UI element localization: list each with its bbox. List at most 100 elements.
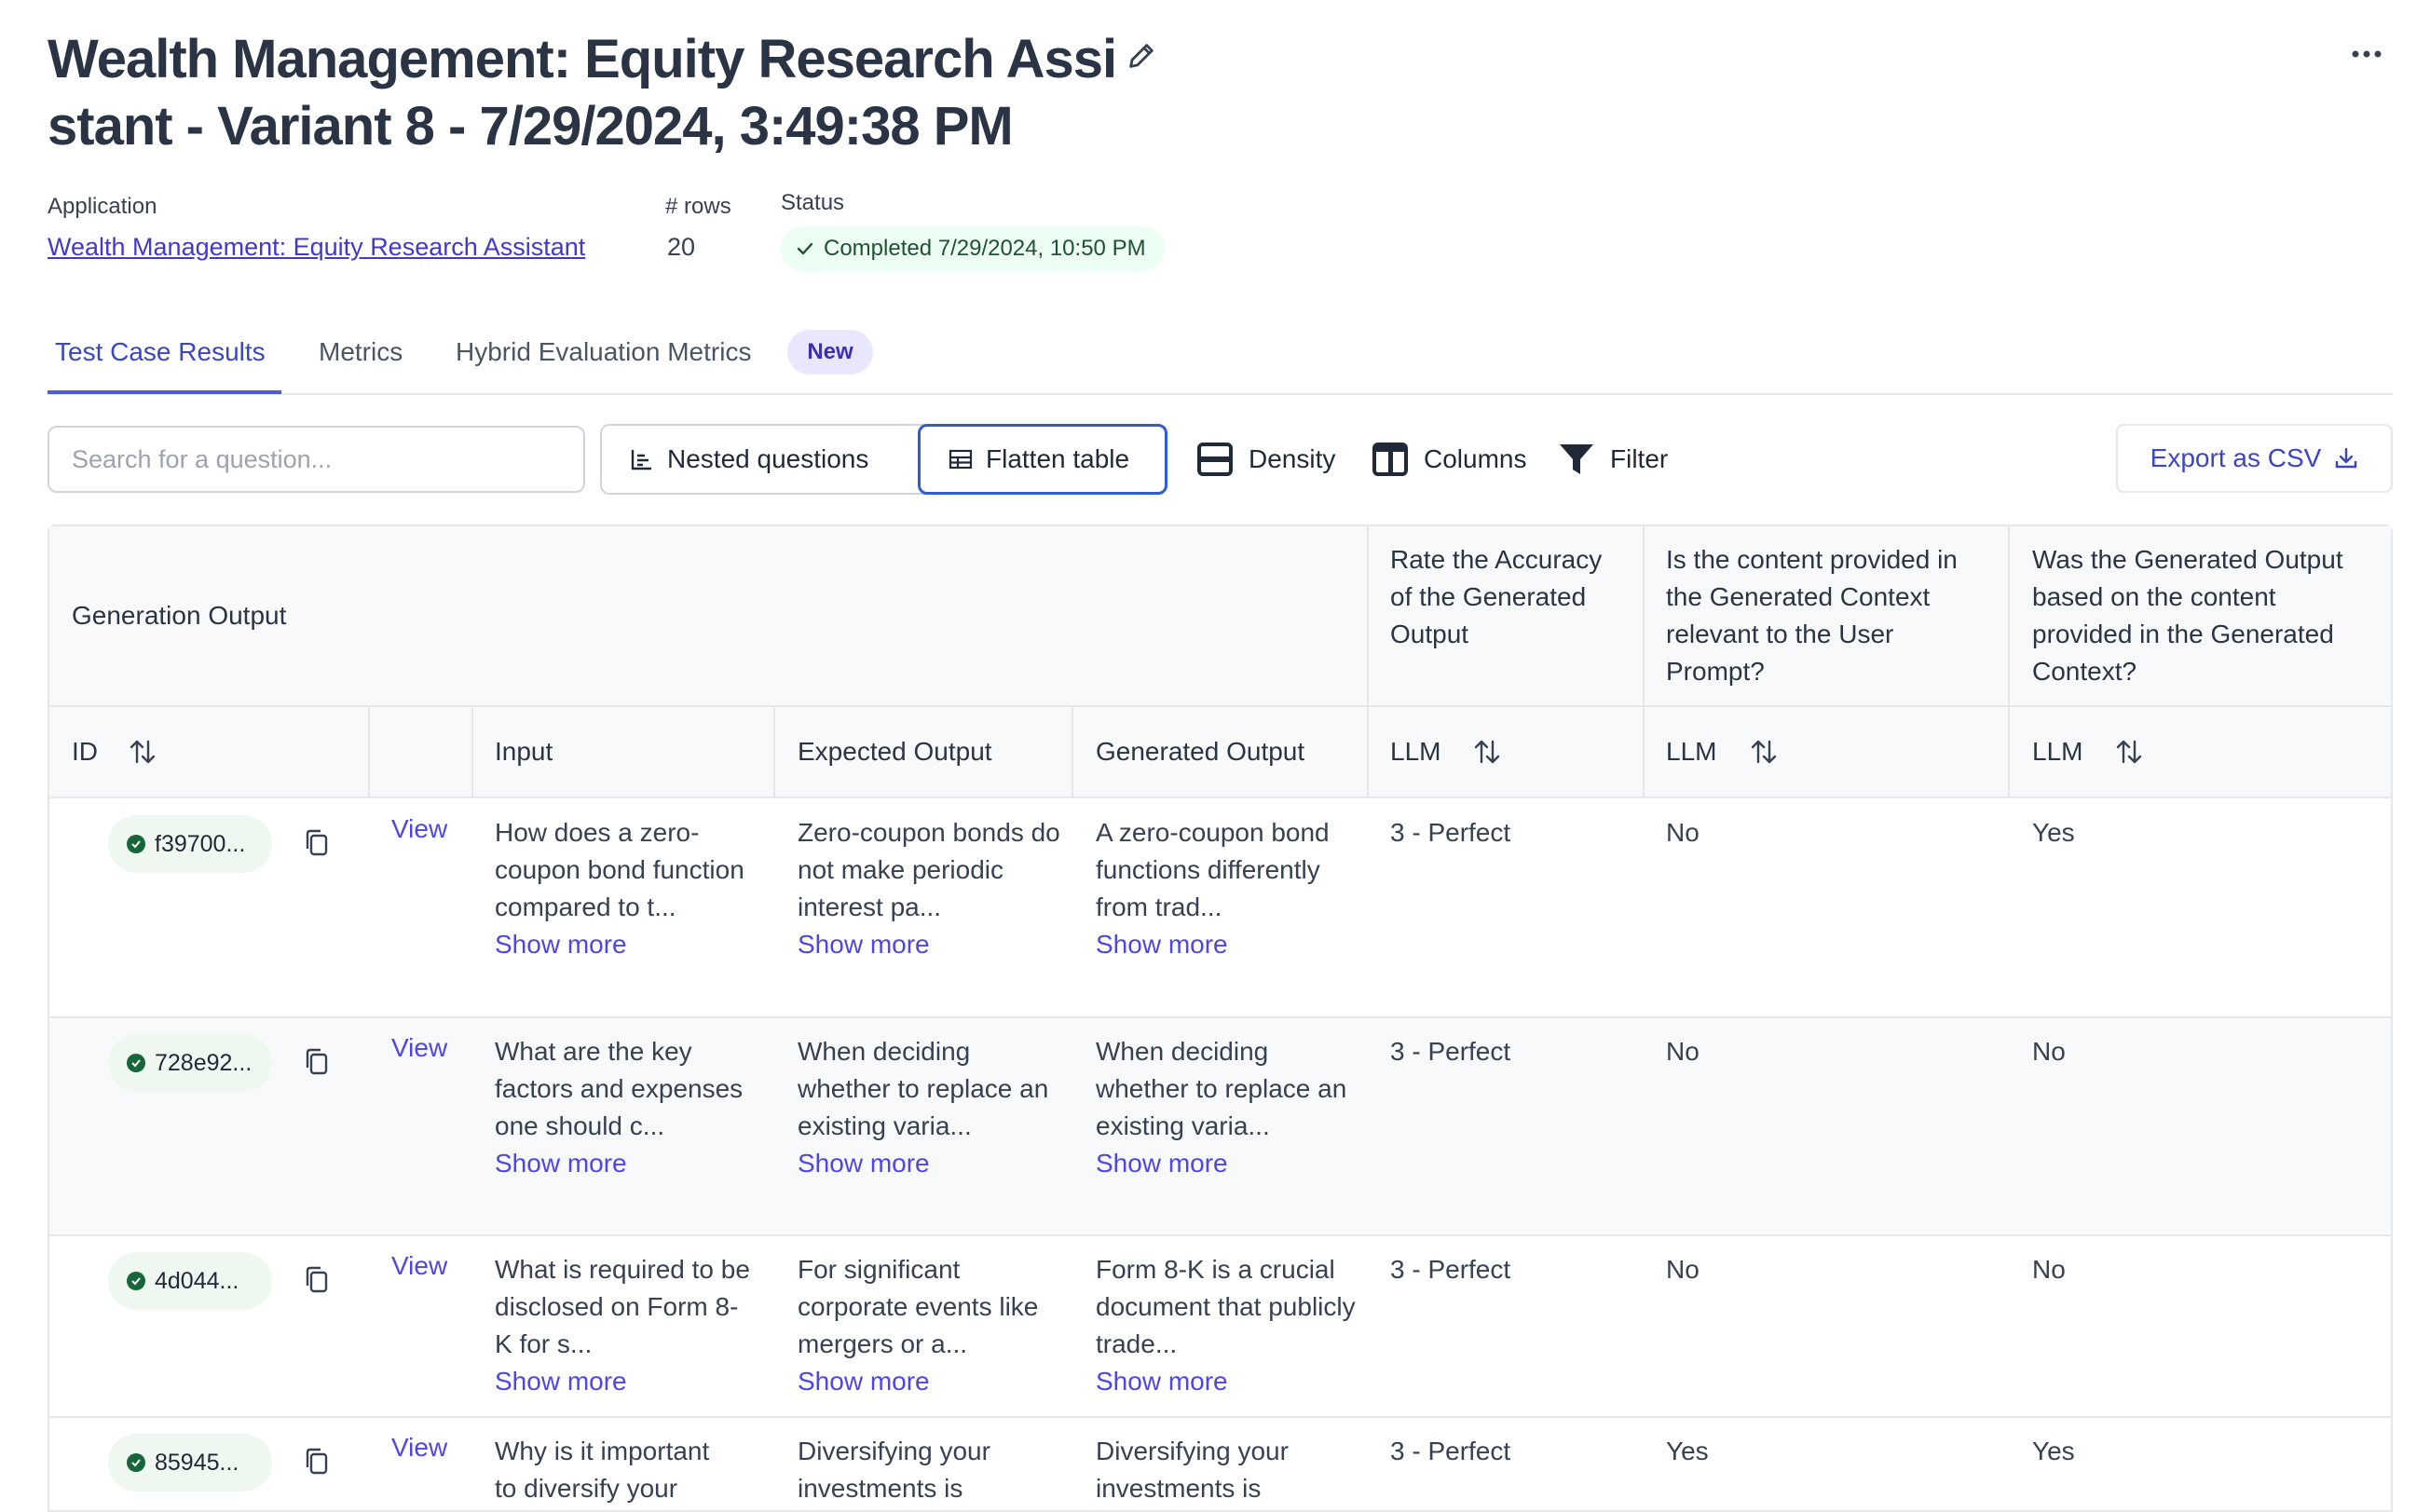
- test-case-id: 85945...: [155, 1449, 239, 1476]
- filter-button[interactable]: Filter: [1558, 433, 1668, 485]
- more-options-button[interactable]: [2339, 37, 2395, 71]
- show-more-link[interactable]: Show more: [1096, 1363, 1357, 1400]
- status-text: Completed 7/29/2024, 10:50 PM: [824, 236, 1146, 261]
- input-cell: What is required to be disclosed on Form…: [495, 1251, 756, 1400]
- show-more-link[interactable]: Show more: [1096, 1145, 1357, 1182]
- density-button[interactable]: Density: [1196, 433, 1335, 485]
- expected-output-cell: For significant corporate events like me…: [798, 1251, 1062, 1400]
- rows-value: 20: [667, 233, 696, 261]
- check-icon: [797, 242, 813, 255]
- column-header-generated-output: Generated Output: [1096, 737, 1305, 766]
- row-divider: [49, 1234, 2391, 1236]
- nested-questions-button[interactable]: Nested questions: [600, 424, 917, 495]
- generated-output-cell: Diversifying your investments is: [1096, 1437, 1289, 1503]
- copy-icon[interactable]: [303, 1265, 331, 1295]
- test-case-id-badge[interactable]: 85945...: [108, 1434, 272, 1492]
- application-label: Application: [48, 194, 157, 219]
- application-link[interactable]: Wealth Management: Equity Research Assis…: [48, 233, 585, 262]
- generated-output-cell: Form 8-K is a crucial document that publ…: [1096, 1251, 1357, 1400]
- test-case-id: 4d044...: [155, 1267, 239, 1294]
- success-check-icon: [127, 1272, 145, 1290]
- show-more-link[interactable]: Show more: [798, 1145, 1062, 1182]
- density-icon: [1197, 443, 1233, 476]
- groundedness-score: No: [2032, 1037, 2066, 1066]
- column-divider: [471, 705, 473, 798]
- accuracy-score: 3 - Perfect: [1390, 1437, 1511, 1465]
- status-badge: Completed 7/29/2024, 10:50 PM: [781, 226, 1165, 271]
- status-label: Status: [781, 190, 845, 215]
- sort-icon[interactable]: [1749, 737, 1779, 767]
- expected-output-cell: Zero-coupon bonds do not make periodic i…: [798, 814, 1062, 963]
- column-header-id: ID: [72, 737, 98, 766]
- test-case-id-badge[interactable]: 728e92...: [108, 1034, 272, 1092]
- expected-output-cell: Diversifying your investments is: [798, 1437, 990, 1503]
- success-check-icon: [127, 835, 145, 853]
- column-header-llm-relevance: LLM: [1666, 737, 1717, 766]
- metric-header-context-relevance: Is the content provided in the Generated…: [1666, 545, 1958, 686]
- nested-list-icon: [631, 450, 651, 470]
- columns-icon: [1372, 443, 1408, 476]
- accuracy-score: 3 - Perfect: [1390, 818, 1511, 847]
- header-divider: [49, 705, 2391, 707]
- metric-header-groundedness: Was the Generated Output based on the co…: [2032, 545, 2343, 686]
- view-link[interactable]: View: [391, 1433, 447, 1463]
- input-cell: What are the key factors and expenses on…: [495, 1033, 759, 1182]
- expected-output-text: When deciding whether to replace an exis…: [798, 1037, 1049, 1140]
- input-text: What is required to be disclosed on Form…: [495, 1255, 750, 1358]
- relevance-score: No: [1666, 1255, 1700, 1284]
- test-case-id-badge[interactable]: f39700...: [108, 815, 272, 873]
- row-divider: [49, 1416, 2391, 1418]
- show-more-link[interactable]: Show more: [798, 1363, 1062, 1400]
- copy-icon[interactable]: [303, 1447, 331, 1477]
- accuracy-score: 3 - Perfect: [1390, 1255, 1511, 1284]
- download-icon: [2336, 447, 2357, 469]
- search-input[interactable]: [48, 426, 585, 493]
- generated-output-cell: A zero-coupon bond functions differently…: [1096, 814, 1357, 963]
- sort-icon[interactable]: [2114, 737, 2144, 767]
- tab-test-case-results[interactable]: Test Case Results: [55, 337, 266, 367]
- groundedness-score: No: [2032, 1255, 2066, 1284]
- flatten-table-label: Flatten table: [986, 444, 1130, 473]
- input-text: What are the key factors and expenses on…: [495, 1037, 744, 1140]
- copy-icon[interactable]: [303, 1047, 331, 1077]
- rows-label: # rows: [665, 194, 731, 219]
- show-more-link[interactable]: Show more: [495, 926, 756, 963]
- columns-button[interactable]: Columns: [1372, 433, 1526, 485]
- show-more-link[interactable]: Show more: [1096, 926, 1357, 963]
- test-case-id-badge[interactable]: 4d044...: [108, 1252, 272, 1310]
- column-divider: [1643, 526, 1645, 798]
- input-cell: Why is it important to diversify your: [495, 1437, 710, 1503]
- sort-icon[interactable]: [128, 737, 157, 767]
- sort-icon[interactable]: [1472, 737, 1502, 767]
- show-more-link[interactable]: Show more: [798, 926, 1062, 963]
- flatten-table-button[interactable]: Flatten table: [918, 424, 1167, 495]
- export-csv-button[interactable]: Export as CSV: [2116, 424, 2393, 493]
- column-header-expected-output: Expected Output: [798, 737, 992, 766]
- relevance-score: No: [1666, 1037, 1700, 1066]
- show-more-link[interactable]: Show more: [495, 1363, 756, 1400]
- relevance-score: No: [1666, 818, 1700, 847]
- view-link[interactable]: View: [391, 1033, 447, 1063]
- tab-metrics[interactable]: Metrics: [319, 337, 403, 367]
- column-divider: [368, 705, 370, 798]
- table-icon: [949, 449, 973, 470]
- density-label: Density: [1249, 444, 1336, 473]
- generated-output-text: Form 8-K is a crucial document that publ…: [1096, 1255, 1356, 1358]
- filter-label: Filter: [1610, 444, 1669, 473]
- view-link[interactable]: View: [391, 1251, 447, 1281]
- tab-hybrid-evaluation-metrics[interactable]: Hybrid Evaluation Metrics: [456, 337, 751, 367]
- test-case-id: 728e92...: [155, 1049, 253, 1076]
- column-divider: [1367, 526, 1369, 798]
- input-text: How does a zero-coupon bond function com…: [495, 818, 744, 921]
- copy-icon[interactable]: [303, 828, 331, 858]
- test-case-id: f39700...: [155, 830, 246, 857]
- view-link[interactable]: View: [391, 814, 447, 844]
- groundedness-score: Yes: [2032, 1437, 2075, 1465]
- nested-questions-label: Nested questions: [667, 444, 869, 473]
- edit-title-button[interactable]: [1118, 37, 1165, 75]
- show-more-link[interactable]: Show more: [495, 1145, 759, 1182]
- column-divider: [2008, 526, 2010, 798]
- group-header-generation-output: Generation Output: [72, 601, 287, 630]
- new-badge: New: [787, 330, 873, 375]
- input-cell: How does a zero-coupon bond function com…: [495, 814, 756, 963]
